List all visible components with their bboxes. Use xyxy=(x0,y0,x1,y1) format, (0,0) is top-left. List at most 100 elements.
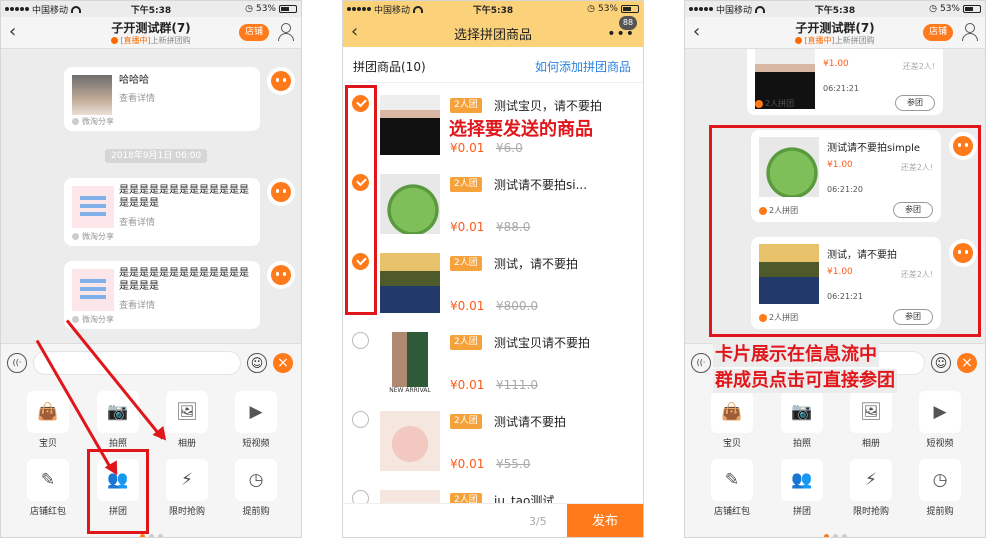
chat-screen: 中国移动 下午5:38 ◷ 53% ‹ 子开测试群(7) [直播中]上新拼团购 店… xyxy=(0,0,302,538)
status-bar: 中国移动 下午5:38 ◷ 53% xyxy=(343,1,643,17)
product-count: 拼团商品(10) xyxy=(353,60,426,74)
message-input[interactable] xyxy=(33,351,241,375)
battery-icon xyxy=(963,5,981,13)
countdown: 06:21:21 xyxy=(823,84,859,93)
emoji-button[interactable]: ☺ xyxy=(931,353,951,373)
more-icon[interactable]: ••• xyxy=(607,27,635,41)
avatar[interactable] xyxy=(267,178,295,206)
view-detail-link[interactable]: 查看详情 xyxy=(119,298,155,311)
chat-message-card[interactable]: 哈哈哈 查看详情 微淘分享 xyxy=(64,67,260,131)
alarm-icon: ◷ xyxy=(929,4,937,14)
join-group-button[interactable]: 参团 xyxy=(895,95,935,111)
panel-item-presale[interactable]: ◷ 提前购 xyxy=(231,459,281,517)
status-bar: 中国移动 下午5:38 ◷ 53% xyxy=(685,1,985,17)
play-icon: ▶ xyxy=(919,391,961,433)
message-source: 微淘分享 xyxy=(72,231,114,242)
original-price: ¥55.0 xyxy=(496,457,531,471)
panel-item-red-packet[interactable]: ✎ 店铺红包 xyxy=(707,459,757,517)
shop-button[interactable]: 店铺 xyxy=(238,24,269,41)
member-icon[interactable] xyxy=(277,23,294,41)
date-divider: 2018年9月1日 06:00 xyxy=(105,149,208,163)
notification-badge: 88 xyxy=(619,16,637,30)
message-title: 是是是是是是是是是是是是是是是是是 xyxy=(119,268,249,292)
status-bar: 中国移动 下午5:38 ◷ 53% xyxy=(1,1,301,17)
shop-button[interactable]: 店铺 xyxy=(922,24,953,41)
list-header: 拼团商品(10) 如何添加拼团商品 xyxy=(343,47,643,83)
bag-icon: 👜 xyxy=(27,391,69,433)
members-needed: 还差2人! xyxy=(902,62,935,71)
close-panel-button[interactable]: × xyxy=(957,353,977,373)
product-price: ¥1.00 xyxy=(823,59,849,69)
product-row[interactable]: 2人团 测试请不要拍si... ¥0.01 ¥88.0 xyxy=(343,166,643,246)
carrier: 中国移动 xyxy=(32,5,69,16)
tools-panel: 👜 宝贝 📷 拍照 🖼 相册 ▶ 短视频 ✎ 店铺红包 👥 拼团 ⚡ 限时抢购 ◷ 提前购 xyxy=(1,381,301,537)
panel-item-baby[interactable]: 👜 宝贝 xyxy=(23,391,73,449)
chat-header-overlay: ‹ 子开测试群(7) [直播中]上新拼团购 店铺 xyxy=(685,17,985,49)
panel-item-photo[interactable]: 📷 拍照 xyxy=(93,391,143,449)
lightning-icon: ⚡ xyxy=(850,459,892,501)
page-indicator xyxy=(1,524,301,537)
panel-item-group-buy[interactable]: 👥 拼团 xyxy=(777,459,827,517)
lightning-icon: ⚡ xyxy=(166,459,208,501)
clock: 下午5:38 xyxy=(130,5,172,16)
ticket-icon: ✎ xyxy=(27,459,69,501)
original-price: ¥111.0 xyxy=(496,378,538,392)
publish-button[interactable]: 发布 xyxy=(567,504,643,537)
panel-item-baby[interactable]: 👜 宝贝 xyxy=(707,391,757,449)
original-price: ¥800.0 xyxy=(496,299,538,313)
product-name: 测试请不要拍 xyxy=(494,415,567,429)
product-row[interactable]: 2人团 测试，请不要拍 ¥0.01 ¥800.0 xyxy=(343,245,643,325)
image-icon: 🖼 xyxy=(166,391,208,433)
panel-item-album[interactable]: 🖼 相册 xyxy=(162,391,212,449)
view-detail-link[interactable]: 查看详情 xyxy=(119,91,155,104)
panel-item-photo[interactable]: 📷 拍照 xyxy=(777,391,827,449)
highlight-box xyxy=(709,125,981,337)
product-name: 测试，请不要拍 xyxy=(494,257,579,271)
signal-icon xyxy=(689,7,713,11)
group-tag: 2人团 xyxy=(450,177,482,192)
product-row[interactable]: 2人团 测试请不要拍 ¥0.01 ¥55.0 xyxy=(343,403,643,483)
original-price: ¥6.0 xyxy=(496,141,523,155)
emoji-button[interactable]: ☺ xyxy=(247,353,267,373)
bag-icon: 👜 xyxy=(711,391,753,433)
avatar[interactable] xyxy=(267,67,295,95)
select-header: ‹ 选择拼团商品 ••• 88 xyxy=(343,16,643,47)
annotation-caption: 群成员点击可直接参团 xyxy=(713,369,897,393)
close-panel-button[interactable]: × xyxy=(273,353,293,373)
product-image xyxy=(380,95,440,155)
avatar[interactable] xyxy=(267,261,295,289)
checkbox-unchecked[interactable] xyxy=(352,411,369,428)
clock: 下午5:38 xyxy=(472,5,514,16)
product-price: ¥0.01 xyxy=(450,220,485,234)
battery-percent: 53% xyxy=(939,4,960,14)
voice-button[interactable]: ((· xyxy=(691,353,711,373)
help-link[interactable]: 如何添加拼团商品 xyxy=(535,58,631,75)
checkbox-unchecked[interactable] xyxy=(352,332,369,349)
panel-item-flash-sale[interactable]: ⚡ 限时抢购 xyxy=(162,459,212,517)
chat-message-card[interactable]: 是是是是是是是是是是是是是是是是是 查看详情 微淘分享 xyxy=(64,261,260,329)
product-row[interactable]: NEW ARRIVAL 2人团 测试宝贝请不要拍 ¥0.01 ¥111.0 xyxy=(343,324,643,404)
ticket-icon: ✎ xyxy=(711,459,753,501)
voice-button[interactable]: ((· xyxy=(7,353,27,373)
panel-item-flash-sale[interactable]: ⚡ 限时抢购 xyxy=(846,459,896,517)
wifi-icon xyxy=(413,5,424,13)
play-icon: ▶ xyxy=(235,391,277,433)
view-detail-link[interactable]: 查看详情 xyxy=(119,215,155,228)
panel-item-video[interactable]: ▶ 短视频 xyxy=(231,391,281,449)
footer-bar: 3/5 发布 xyxy=(343,503,643,537)
product-name: 测试宝贝请不要拍 xyxy=(494,336,591,350)
panel-item-album[interactable]: 🖼 相册 xyxy=(846,391,896,449)
chat-message-card[interactable]: 是是是是是是是是是是是是是是是是是 查看详情 微淘分享 xyxy=(64,178,260,246)
annotation-caption: 选择要发送的商品 xyxy=(447,118,595,142)
panel-item-red-packet[interactable]: ✎ 店铺红包 xyxy=(23,459,73,517)
group-tag: 2人团 xyxy=(450,414,482,429)
wifi-icon xyxy=(71,5,82,13)
member-icon[interactable] xyxy=(961,23,978,41)
camera-icon: 📷 xyxy=(97,391,139,433)
page-title: 选择拼团商品 xyxy=(453,28,532,43)
panel-item-presale[interactable]: ◷ 提前购 xyxy=(915,459,965,517)
panel-item-video[interactable]: ▶ 短视频 xyxy=(915,391,965,449)
carrier: 中国移动 xyxy=(716,5,753,16)
camera-icon: 📷 xyxy=(781,391,823,433)
tools-panel: 👜 宝贝 📷 拍照 🖼 相册 ▶ 短视频 ✎ 店铺红包 👥 拼团 ⚡ 限时抢购 ◷ 提前购 xyxy=(685,381,985,537)
